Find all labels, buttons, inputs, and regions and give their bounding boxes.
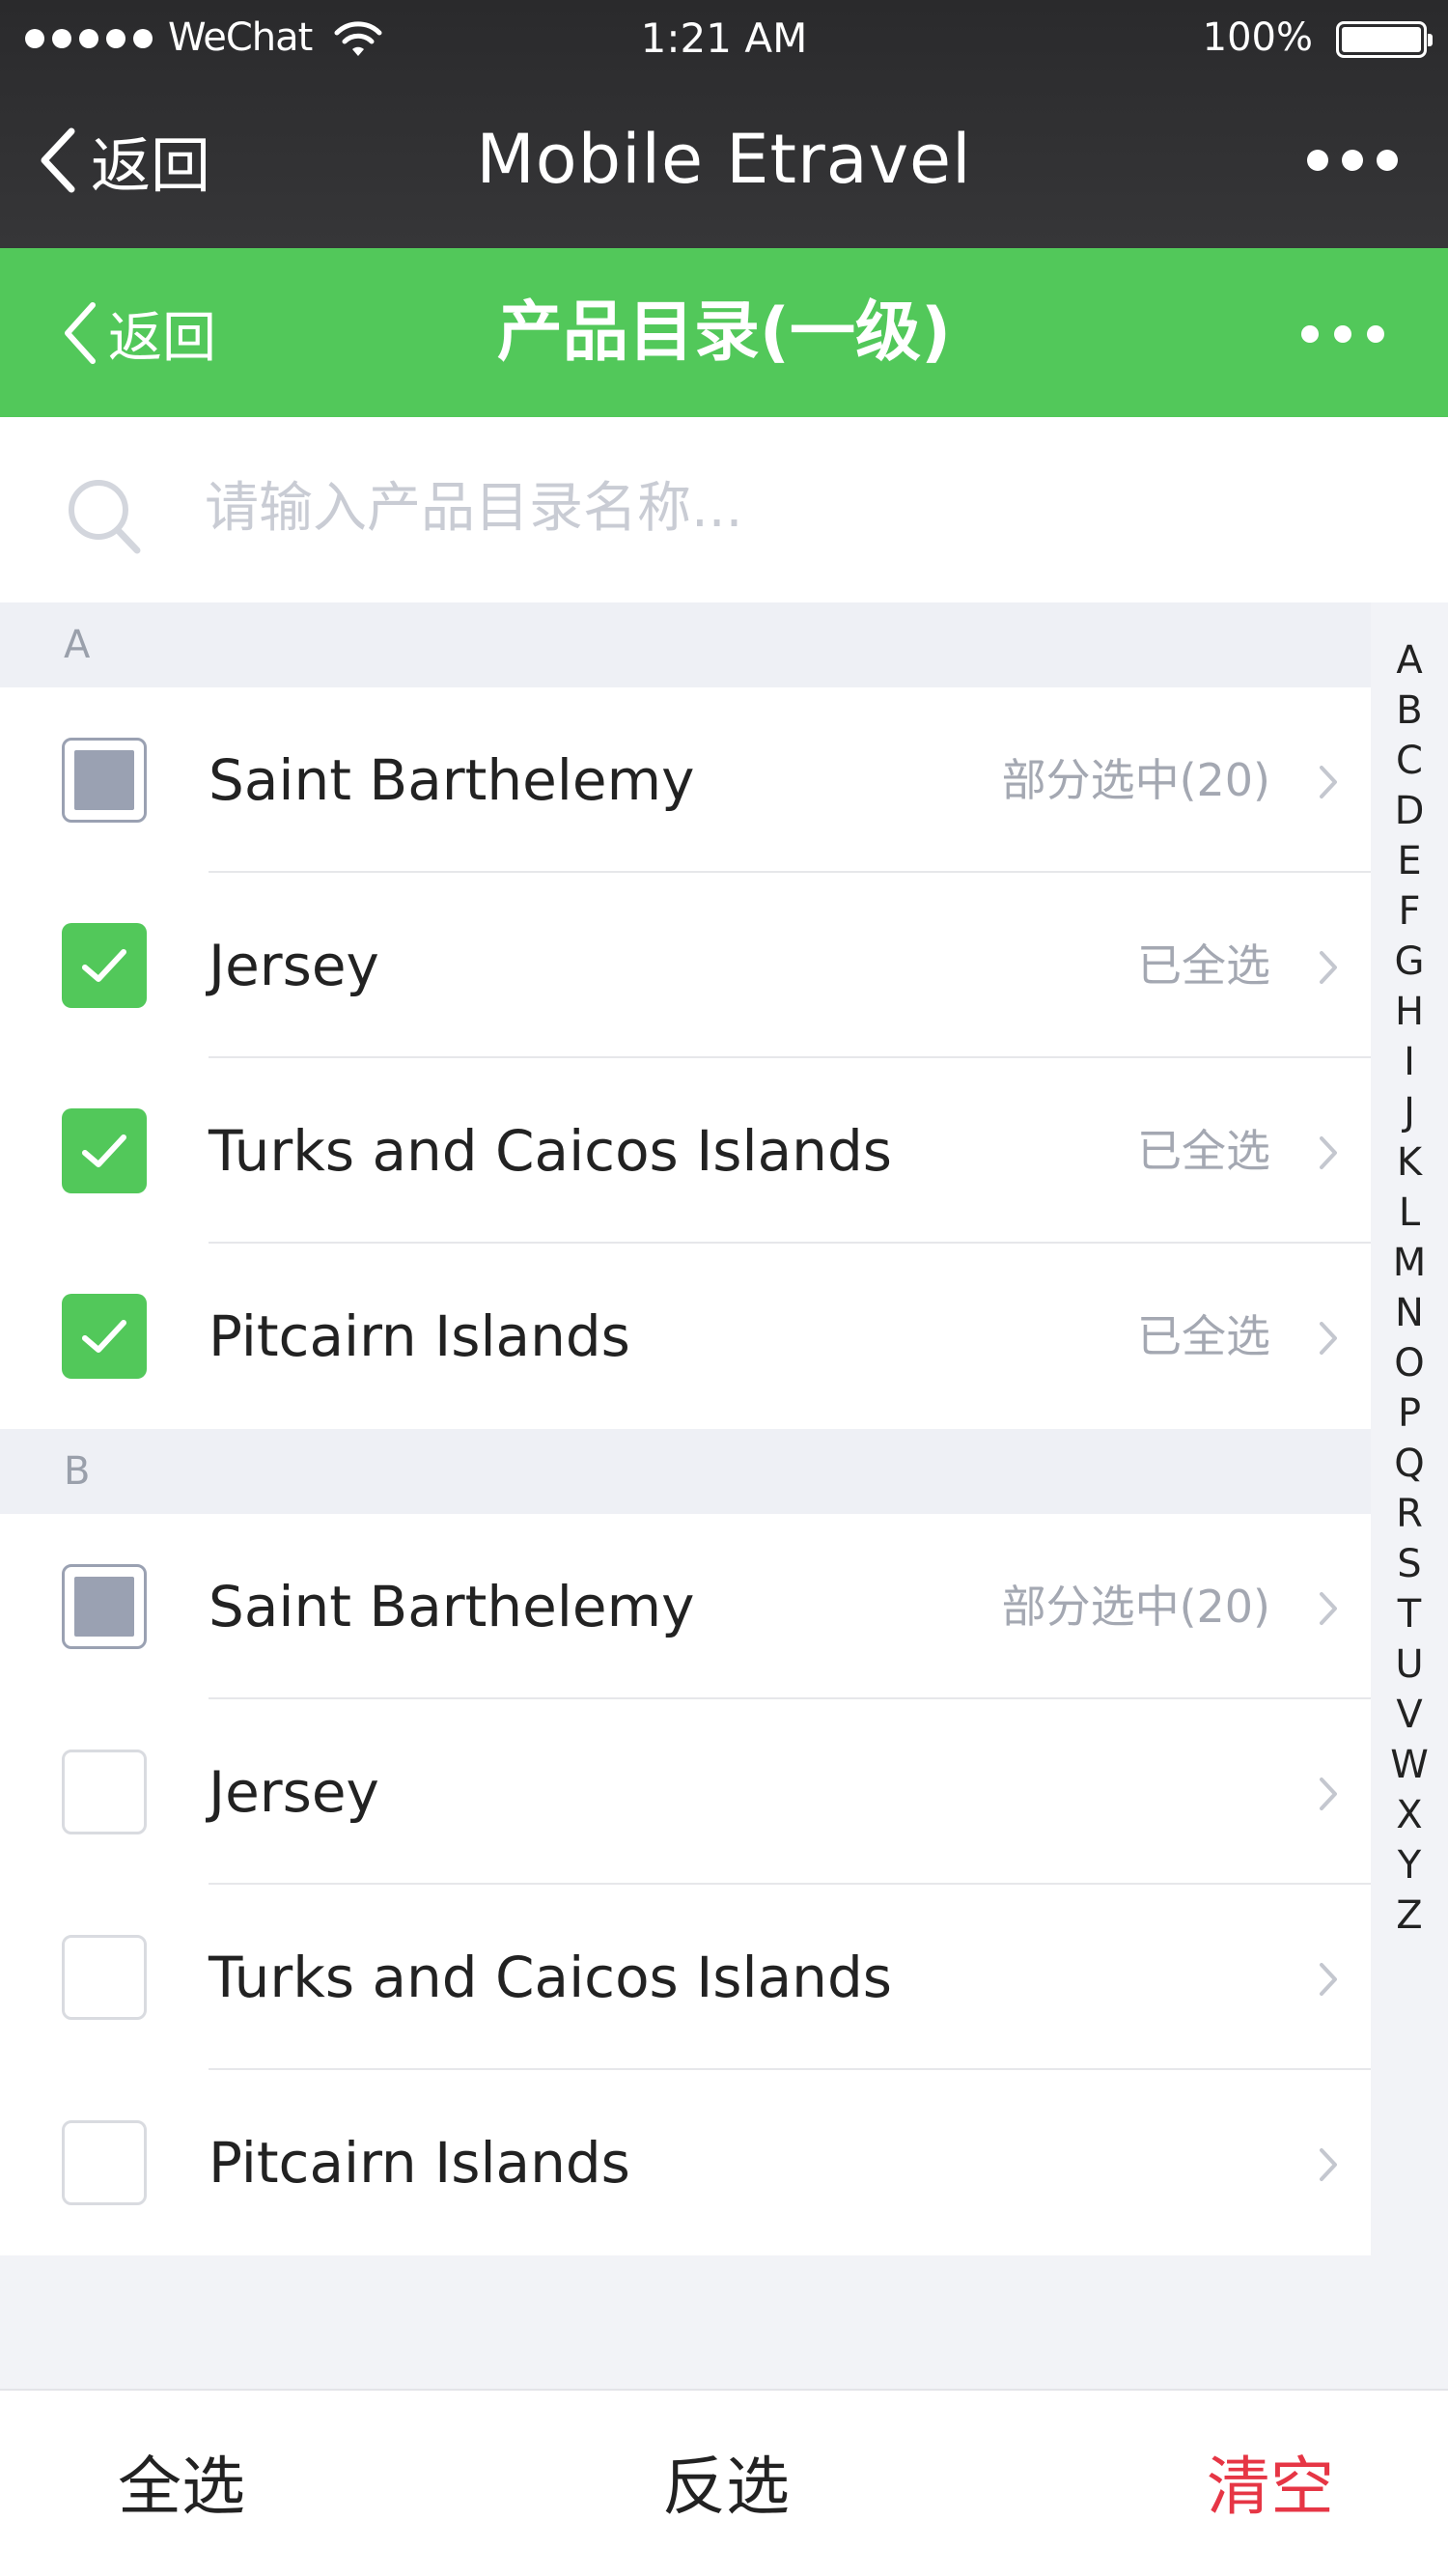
- checkmark-icon: [82, 1134, 126, 1167]
- list-item[interactable]: Jersey 已全选: [0, 873, 1371, 1058]
- index-letter[interactable]: O: [1394, 1338, 1424, 1388]
- chevron-right-icon[interactable]: [1317, 1319, 1340, 1358]
- search-bar: [0, 417, 1448, 602]
- list-item[interactable]: Pitcairn Islands 已全选: [0, 1244, 1371, 1429]
- index-letter[interactable]: X: [1396, 1790, 1422, 1840]
- checkbox-partial[interactable]: [62, 738, 147, 823]
- index-letter[interactable]: B: [1396, 686, 1422, 736]
- index-letter[interactable]: K: [1397, 1137, 1422, 1188]
- index-letter[interactable]: E: [1397, 836, 1421, 886]
- section-items: Saint Barthelemy 部分选中(20) Jersey Turks and …: [0, 1514, 1371, 2255]
- list-item[interactable]: Jersey: [0, 1699, 1371, 1885]
- battery-icon: [1336, 21, 1433, 58]
- index-letter[interactable]: C: [1396, 736, 1423, 786]
- item-label: Pitcairn Islands: [209, 2130, 630, 2196]
- section-items: Saint Barthelemy 部分选中(20) Jersey 已全选 Turks a…: [0, 687, 1371, 1429]
- item-label: Turks and Caicos Islands: [209, 1945, 892, 2010]
- checkmark-icon: [82, 949, 126, 982]
- checkbox-empty[interactable]: [62, 1935, 147, 2020]
- item-label: Pitcairn Islands: [209, 1303, 630, 1369]
- index-letter[interactable]: U: [1395, 1639, 1423, 1690]
- selection-status: 已全选: [1137, 1125, 1270, 1177]
- item-label: Jersey: [209, 933, 379, 998]
- index-letter[interactable]: T: [1398, 1589, 1421, 1639]
- screen: WeChat 1:21 AM 100% 返回 Mobile Etravel 返回…: [0, 0, 1448, 2576]
- index-letter[interactable]: A: [1396, 635, 1422, 686]
- chevron-right-icon[interactable]: [1317, 948, 1340, 987]
- chevron-right-icon[interactable]: [1317, 763, 1340, 801]
- item-label: Jersey: [209, 1759, 379, 1825]
- index-letter[interactable]: Y: [1398, 1840, 1421, 1890]
- index-letter[interactable]: W: [1390, 1740, 1429, 1790]
- index-letter[interactable]: R: [1396, 1489, 1423, 1539]
- checkbox-checked[interactable]: [62, 1108, 147, 1193]
- section-header: B: [0, 1429, 1371, 1514]
- clear-button[interactable]: 清空: [1207, 2391, 1334, 2576]
- index-letter[interactable]: J: [1404, 1087, 1415, 1137]
- list-item[interactable]: Turks and Caicos Islands 已全选: [0, 1058, 1371, 1244]
- item-label: Turks and Caicos Islands: [209, 1118, 892, 1184]
- index-letter[interactable]: F: [1398, 886, 1420, 937]
- status-bar: WeChat 1:21 AM 100%: [0, 0, 1448, 77]
- wechat-nav-bar: WeChat 1:21 AM 100% 返回 Mobile Etravel: [0, 0, 1448, 248]
- index-letter[interactable]: S: [1397, 1539, 1421, 1589]
- section-header: A: [0, 602, 1371, 687]
- app-more-icon[interactable]: [1301, 325, 1384, 343]
- chevron-right-icon[interactable]: [1317, 2145, 1340, 2184]
- page-title: 产品目录(一级): [496, 294, 952, 371]
- index-letter[interactable]: G: [1395, 937, 1425, 987]
- invert-selection-button[interactable]: 反选: [662, 2391, 790, 2576]
- checkbox-empty[interactable]: [62, 1750, 147, 1834]
- chevron-right-icon[interactable]: [1317, 1775, 1340, 1813]
- wechat-title: Mobile Etravel: [476, 120, 972, 199]
- item-label: Saint Barthelemy: [209, 1574, 695, 1639]
- checkbox-checked[interactable]: [62, 1294, 147, 1379]
- list-item[interactable]: Turks and Caicos Islands: [0, 1885, 1371, 2070]
- selection-status: 部分选中(20): [1001, 1581, 1270, 1633]
- index-letter[interactable]: Z: [1396, 1890, 1422, 1941]
- list-item[interactable]: Pitcairn Islands: [0, 2070, 1371, 2255]
- list-item[interactable]: Saint Barthelemy 部分选中(20): [0, 1514, 1371, 1699]
- selection-status: 已全选: [1137, 1310, 1270, 1362]
- index-letter[interactable]: D: [1395, 786, 1425, 836]
- selection-status: 已全选: [1137, 939, 1270, 992]
- search-icon: [69, 480, 141, 554]
- index-letter[interactable]: Q: [1394, 1439, 1424, 1489]
- chevron-right-icon[interactable]: [1317, 1960, 1340, 1999]
- selection-status: 部分选中(20): [1001, 754, 1270, 806]
- battery-percentage: 100%: [1202, 15, 1313, 60]
- index-letter[interactable]: P: [1398, 1388, 1421, 1439]
- chevron-right-icon[interactable]: [1317, 1589, 1340, 1628]
- wechat-more-icon[interactable]: [1307, 150, 1398, 171]
- chevron-right-icon[interactable]: [1317, 1134, 1340, 1172]
- checkmark-icon: [82, 1320, 126, 1353]
- checkbox-partial[interactable]: [62, 1564, 147, 1649]
- catalog-list: A Saint Barthelemy 部分选中(20) Jersey 已全选 Turks …: [0, 602, 1371, 2255]
- item-label: Saint Barthelemy: [209, 747, 695, 813]
- app-header: 返回 产品目录(一级): [0, 248, 1448, 417]
- search-input[interactable]: [205, 460, 1363, 556]
- bottom-toolbar: 全选 反选 清空: [0, 2389, 1448, 2576]
- checkbox-empty[interactable]: [62, 2120, 147, 2205]
- index-letter[interactable]: L: [1399, 1188, 1420, 1238]
- index-letter[interactable]: N: [1395, 1288, 1424, 1338]
- select-all-button[interactable]: 全选: [118, 2391, 245, 2576]
- list-item[interactable]: Saint Barthelemy 部分选中(20): [0, 687, 1371, 873]
- index-letter[interactable]: H: [1395, 987, 1424, 1037]
- checkbox-checked[interactable]: [62, 923, 147, 1008]
- index-letter[interactable]: M: [1393, 1238, 1427, 1288]
- index-letter[interactable]: I: [1404, 1037, 1415, 1087]
- alphabet-index[interactable]: ABCDEFGHIJKLMNOPQRSTUVWXYZ: [1371, 635, 1448, 1941]
- index-letter[interactable]: V: [1396, 1690, 1422, 1740]
